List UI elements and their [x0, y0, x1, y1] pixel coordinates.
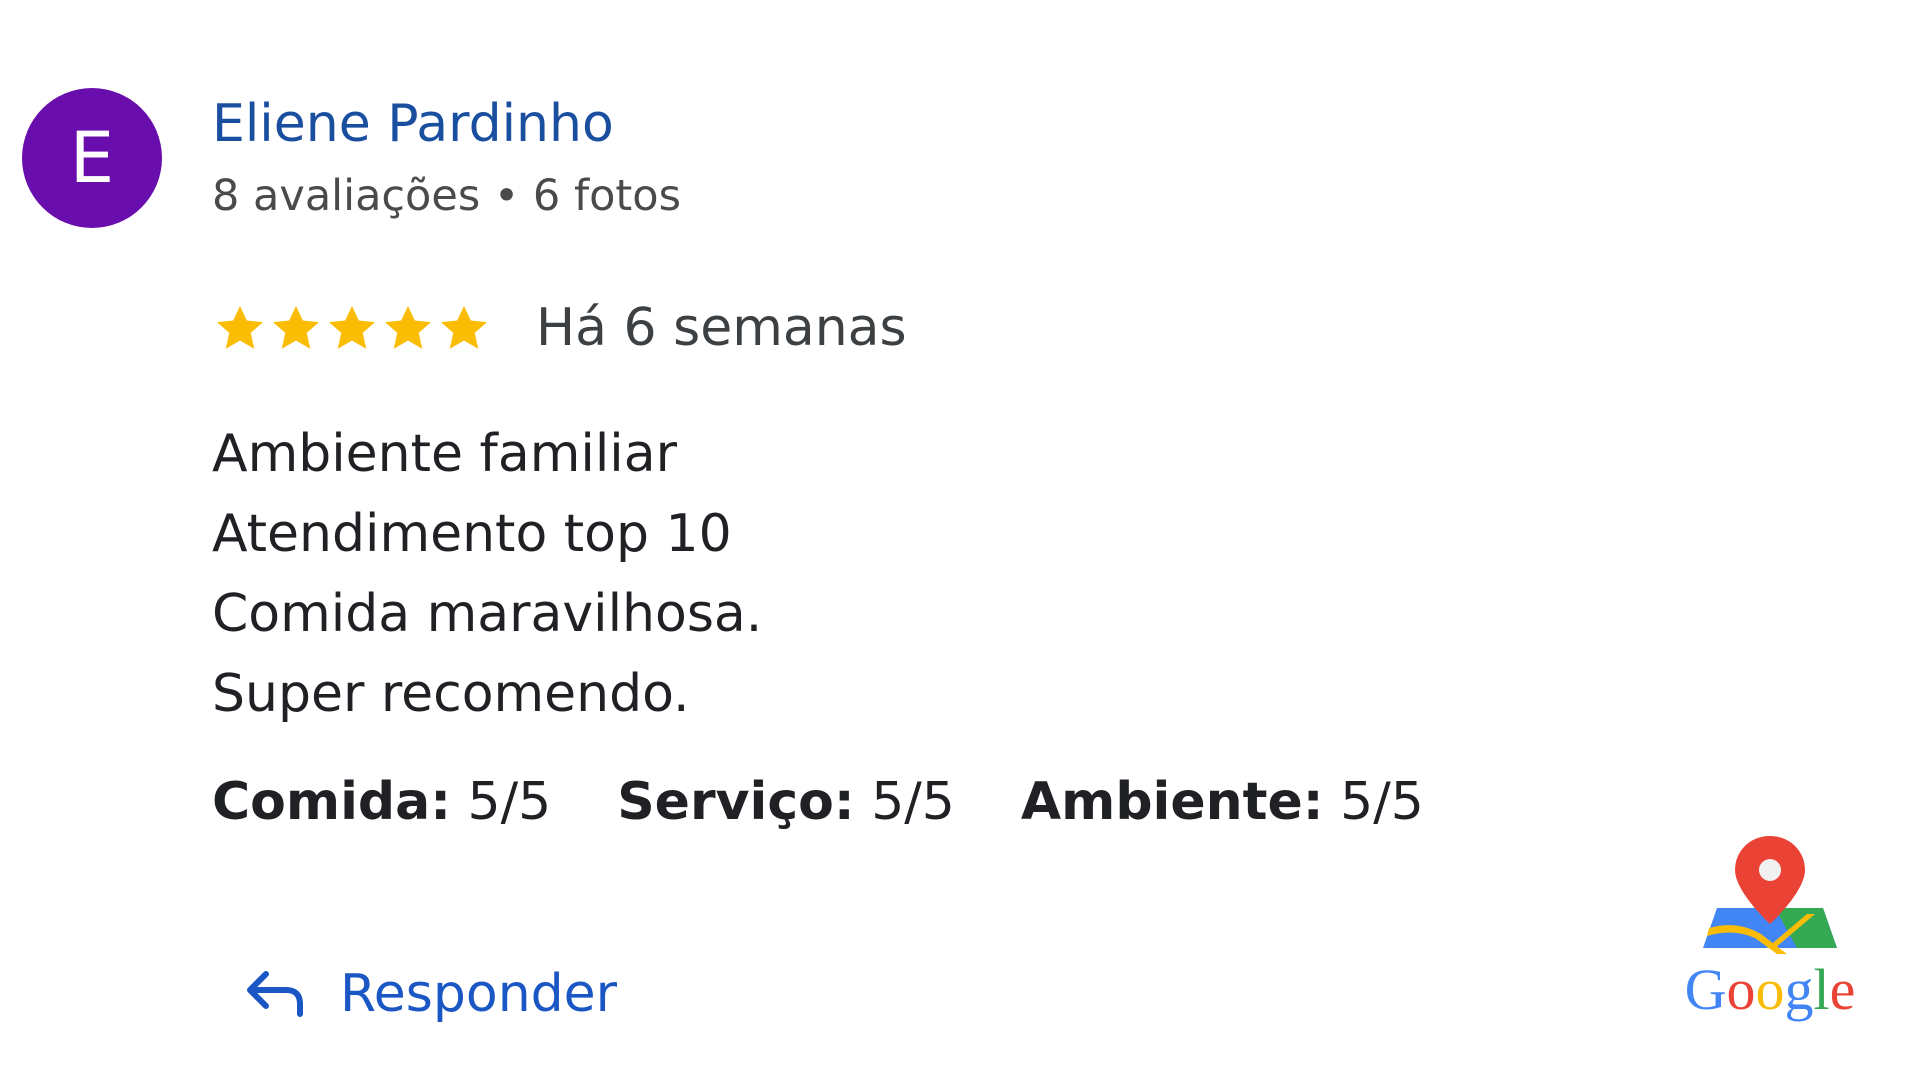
google-letter: G: [1684, 957, 1727, 1022]
attribute-food: Comida: 5/5: [212, 770, 551, 834]
attribute-ambience: Ambiente: 5/5: [1021, 770, 1424, 834]
google-maps-icon: [1680, 830, 1860, 960]
attribute-label: Serviço:: [617, 772, 855, 832]
star-rating: [212, 300, 492, 356]
reply-label: Responder: [340, 964, 618, 1024]
reply-arrow-icon: [244, 968, 306, 1020]
review-text: Ambiente familiar Atendimento top 10 Com…: [212, 414, 762, 734]
attribute-value: 5/5: [1340, 772, 1424, 832]
review-text-line: Super recomendo.: [212, 664, 690, 724]
review-card: E Eliene Pardinho 8 avaliações • 6 fotos…: [0, 0, 1920, 1080]
review-text-line: Atendimento top 10: [212, 504, 732, 564]
attribute-value: 5/5: [467, 772, 552, 832]
review-text-line: Comida maravilhosa.: [212, 584, 763, 644]
google-letter: g: [1784, 957, 1814, 1022]
attribute-ratings: Comida: 5/5 Serviço: 5/5 Ambiente: 5/5: [212, 770, 1424, 834]
google-letter: o: [1726, 957, 1756, 1022]
google-maps-logo: Google: [1680, 830, 1860, 1030]
attribute-label: Comida:: [212, 772, 452, 832]
star-icon: [268, 300, 324, 356]
google-wordmark: Google: [1680, 958, 1860, 1022]
attribute-label: Ambiente:: [1020, 772, 1324, 832]
reply-button[interactable]: Responder: [244, 954, 617, 1034]
avatar-letter: E: [69, 117, 115, 199]
attribute-value: 5/5: [871, 772, 955, 832]
rating-row: Há 6 semanas: [212, 296, 907, 360]
reviewer-name-link[interactable]: Eliene Pardinho: [212, 92, 614, 156]
star-icon: [436, 300, 492, 356]
star-icon: [324, 300, 380, 356]
review-text-line: Ambiente familiar: [212, 424, 677, 484]
attribute-service: Serviço: 5/5: [617, 770, 955, 834]
google-letter: l: [1813, 957, 1830, 1022]
star-icon: [212, 300, 268, 356]
google-letter: e: [1829, 957, 1856, 1022]
google-letter: o: [1755, 957, 1785, 1022]
star-icon: [380, 300, 436, 356]
reviewer-stats: 8 avaliações • 6 fotos: [212, 171, 681, 221]
avatar[interactable]: E: [22, 88, 162, 228]
review-time: Há 6 semanas: [536, 298, 907, 358]
